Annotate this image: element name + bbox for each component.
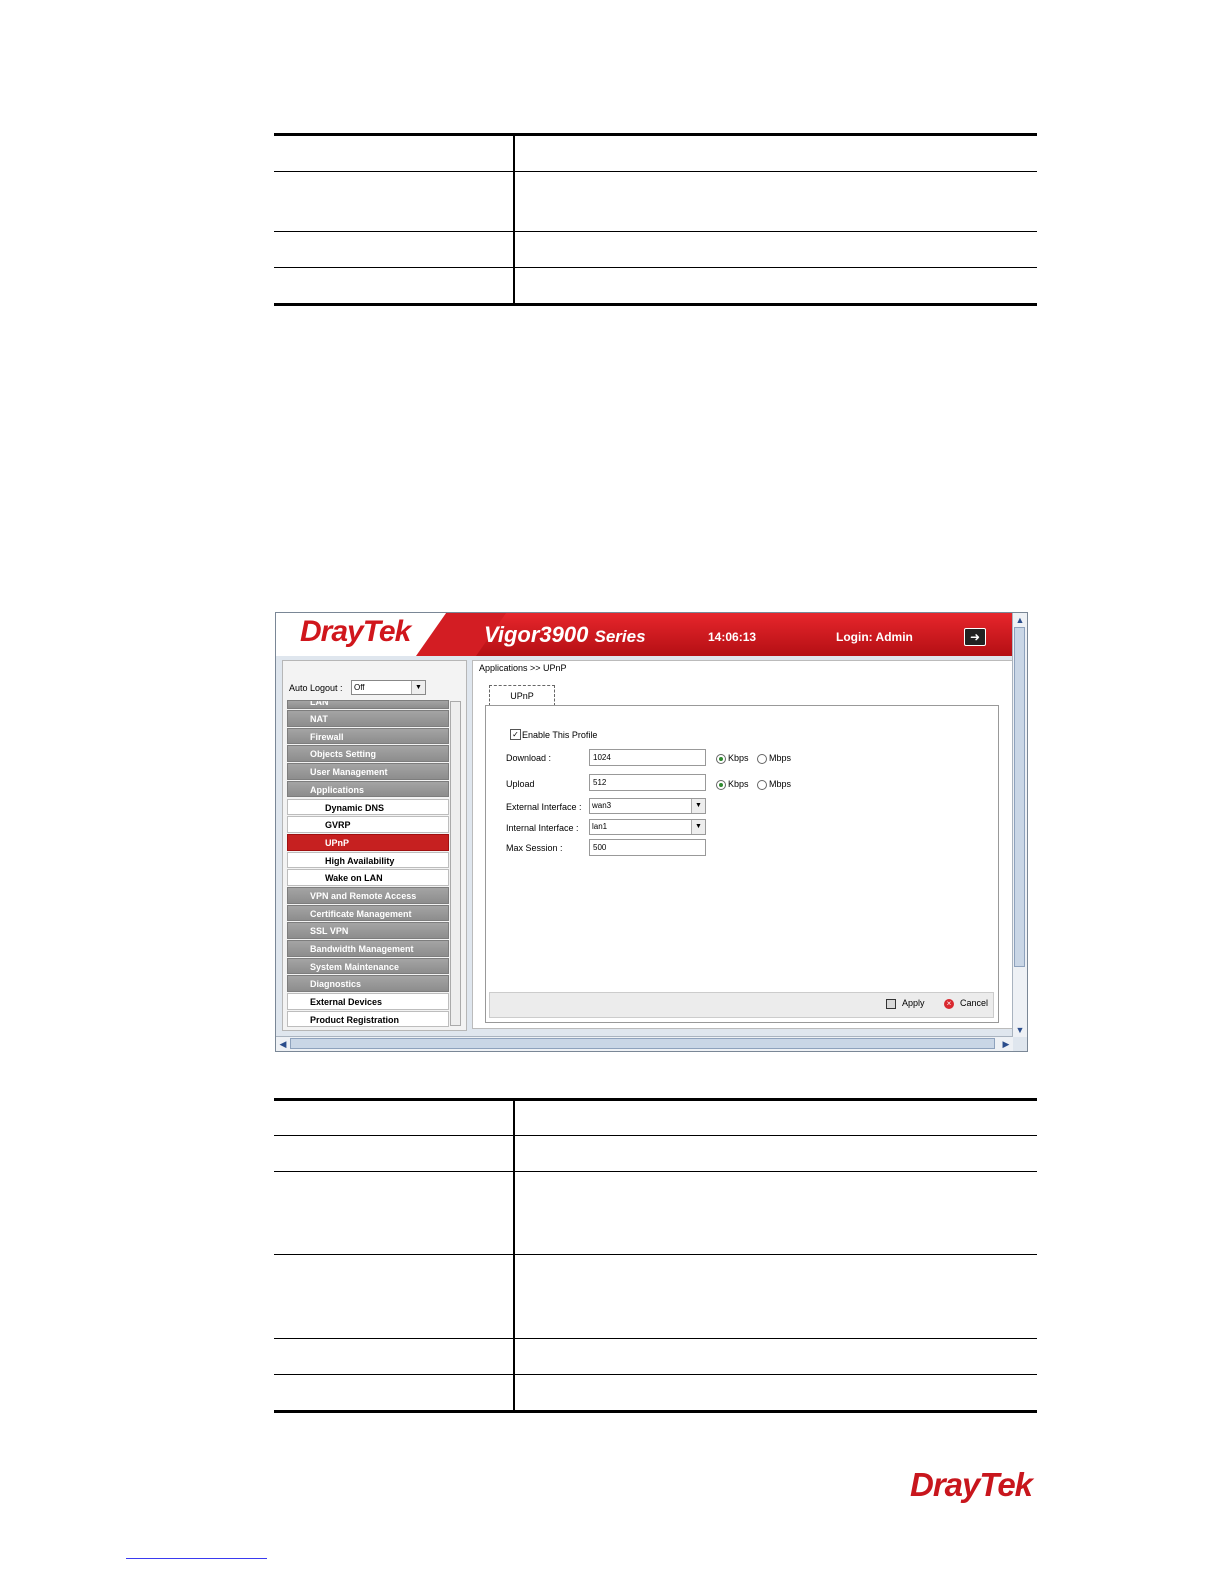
model-number: Vigor3900 xyxy=(484,622,589,647)
sidebar-item-wake-on-lan[interactable]: Wake on LAN xyxy=(287,869,449,886)
sidebar-item-upnp[interactable]: UPnP xyxy=(287,833,449,851)
sidebar-item-external-devices[interactable]: External Devices xyxy=(287,993,449,1010)
upload-mbps-radio[interactable] xyxy=(757,780,767,790)
upnp-form: ✓ Enable This Profile Download : 1024 Kb… xyxy=(485,705,999,1023)
login-status: Login: Admin xyxy=(836,630,913,644)
sidebar-item-product-registration[interactable]: Product Registration xyxy=(287,1010,449,1028)
table-row-rule xyxy=(274,231,1037,232)
scroll-up-icon[interactable]: ▲ xyxy=(1014,614,1026,626)
max-session-input[interactable]: 500 xyxy=(589,839,706,856)
chevron-down-icon: ▼ xyxy=(691,799,705,813)
chevron-down-icon: ▼ xyxy=(691,820,705,834)
auto-logout-select[interactable]: Off ▼ xyxy=(351,680,426,695)
sidebar-item-firewall[interactable]: Firewall xyxy=(287,727,449,745)
sidebar-item-ssl-vpn[interactable]: SSL VPN xyxy=(287,922,449,939)
table-top-rule xyxy=(274,1098,1037,1101)
auto-logout-label: Auto Logout : xyxy=(289,683,343,693)
model-name: Vigor3900 Series xyxy=(484,622,646,648)
footer-draytek-logo: DrayTek xyxy=(910,1466,1033,1503)
download-mbps-radio[interactable] xyxy=(757,754,767,764)
table-bottom-rule xyxy=(274,303,1037,306)
scroll-left-icon[interactable]: ◀ xyxy=(277,1038,289,1050)
footer-link-underline[interactable] xyxy=(126,1558,267,1559)
breadcrumb: Applications >> UPnP xyxy=(479,663,567,673)
table-column-divider xyxy=(513,133,515,305)
save-icon xyxy=(886,998,896,1009)
internal-interface-value: lan1 xyxy=(592,822,608,831)
internal-interface-select[interactable]: lan1 ▼ xyxy=(589,819,706,835)
sidebar-item-diagnostics[interactable]: Diagnostics xyxy=(287,975,449,992)
download-label: Download : xyxy=(506,753,552,763)
sidebar-item-lan[interactable]: LAN xyxy=(287,700,449,709)
internal-interface-label: Internal Interface : xyxy=(506,823,579,833)
sidebar-item-bandwidth-management[interactable]: Bandwidth Management xyxy=(287,940,449,957)
sidebar-item-user-management[interactable]: User Management xyxy=(287,763,449,780)
table-row-rule xyxy=(274,1338,1037,1339)
enable-profile-checkbox[interactable]: ✓ xyxy=(510,729,521,740)
download-mbps-label: Mbps xyxy=(769,753,792,763)
table-row-rule xyxy=(274,1135,1037,1136)
sidebar-item-objects-setting[interactable]: Objects Setting xyxy=(287,745,449,763)
external-interface-select[interactable]: wan3 ▼ xyxy=(589,798,706,814)
clock: 14:06:13 xyxy=(708,630,757,644)
sidebar-item-system-maintenance[interactable]: System Maintenance xyxy=(287,957,449,975)
logout-icon[interactable]: ➜ xyxy=(964,628,986,646)
sidebar-item-applications[interactable]: Applications xyxy=(287,780,449,798)
scroll-down-icon[interactable]: ▼ xyxy=(1014,1024,1026,1036)
download-kbps-label: Kbps xyxy=(728,753,749,763)
window-horizontal-scrollbar[interactable]: ◀ ▶ xyxy=(276,1036,1013,1051)
download-input[interactable]: 1024 xyxy=(589,749,706,766)
button-bar: Apply × Cancel xyxy=(489,992,994,1018)
table-row-rule xyxy=(274,171,1037,172)
upload-label: Upload xyxy=(506,779,535,789)
table-row-rule xyxy=(274,267,1037,268)
sidebar-item-certificate-management[interactable]: Certificate Management xyxy=(287,904,449,922)
scroll-thumb[interactable] xyxy=(1014,627,1025,967)
apply-button[interactable]: Apply xyxy=(886,998,925,1009)
header-banner: DrayTek Vigor3900 Series 14:06:13 Login:… xyxy=(276,613,1013,656)
auto-logout-value: Off xyxy=(354,683,365,692)
max-session-label: Max Session : xyxy=(506,843,563,853)
upload-kbps-radio[interactable] xyxy=(716,780,726,790)
sidebar-item-high-availability[interactable]: High Availability xyxy=(287,851,449,869)
sidebar-item-gvrp[interactable]: GVRP xyxy=(287,816,449,833)
download-kbps-radio[interactable] xyxy=(716,754,726,764)
draytek-logo: DrayTek xyxy=(300,615,411,648)
table-row-rule xyxy=(274,1374,1037,1375)
menu-scrollbar[interactable] xyxy=(450,701,461,1026)
menu-list: LAN NAT Firewall Objects Setting User Manage… xyxy=(287,700,449,1028)
enable-profile-label: Enable This Profile xyxy=(522,730,598,740)
sidebar-item-nat[interactable]: NAT xyxy=(287,710,449,727)
sidebar-item-vpn-and-remote-access[interactable]: VPN and Remote Access xyxy=(287,886,449,904)
upload-kbps-label: Kbps xyxy=(728,779,749,789)
sidebar-menu: Auto Logout : Off ▼ LAN NAT Firewall Objects… xyxy=(282,660,467,1031)
main-panel: Applications >> UPnP UPnP ✓ Enable This … xyxy=(472,660,1016,1029)
table-column-divider xyxy=(513,1098,515,1412)
cancel-icon: × xyxy=(944,998,954,1009)
scroll-right-icon[interactable]: ▶ xyxy=(1000,1038,1012,1050)
upload-mbps-label: Mbps xyxy=(769,779,792,789)
chevron-down-icon: ▼ xyxy=(411,681,425,694)
table-row-rule xyxy=(274,1171,1037,1172)
cancel-button[interactable]: × Cancel xyxy=(944,998,988,1009)
apply-label: Apply xyxy=(902,998,925,1008)
upload-input[interactable]: 512 xyxy=(589,774,706,791)
router-web-ui-screenshot: DrayTek Vigor3900 Series 14:06:13 Login:… xyxy=(275,612,1028,1052)
sidebar-item-dynamic-dns[interactable]: Dynamic DNS xyxy=(287,798,449,816)
tab-upnp[interactable]: UPnP xyxy=(489,685,555,706)
external-interface-value: wan3 xyxy=(592,801,612,810)
cancel-label: Cancel xyxy=(960,998,989,1008)
window-vertical-scrollbar[interactable]: ▲ ▼ xyxy=(1012,613,1027,1037)
model-series: Series xyxy=(594,627,646,646)
table-row-rule xyxy=(274,1254,1037,1255)
table-bottom-rule xyxy=(274,1410,1037,1413)
scroll-thumb[interactable] xyxy=(290,1038,995,1049)
table-top-rule xyxy=(274,133,1037,136)
external-interface-label: External Interface : xyxy=(506,802,582,812)
top-table xyxy=(274,133,1037,306)
bottom-table xyxy=(274,1098,1037,1414)
